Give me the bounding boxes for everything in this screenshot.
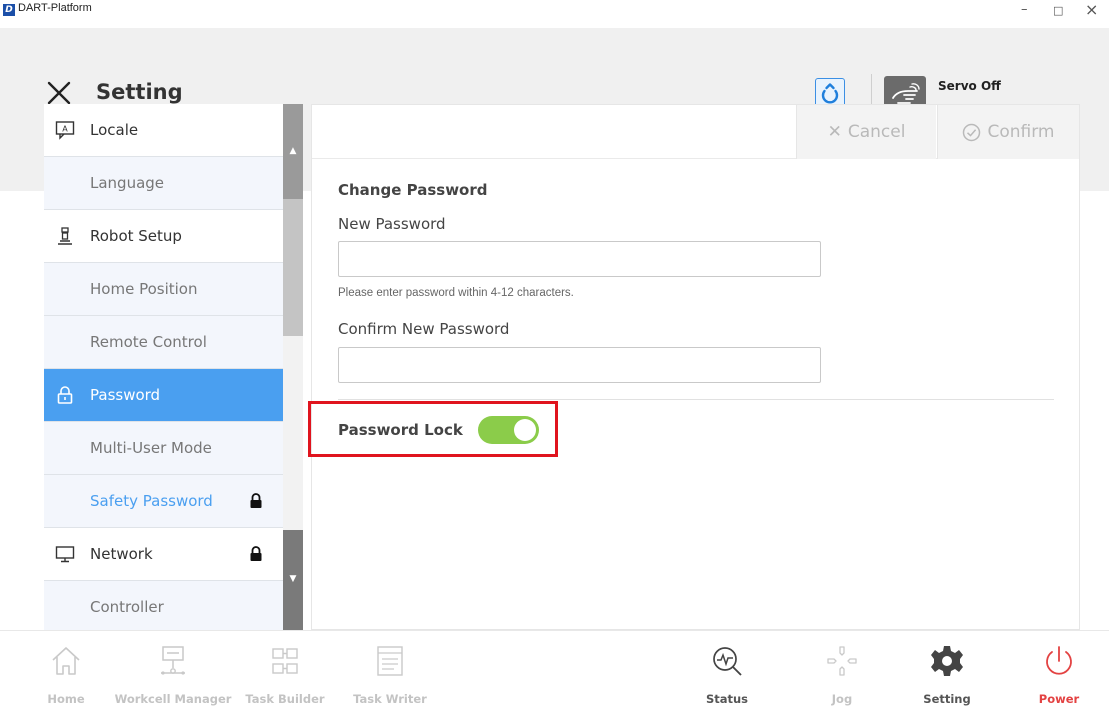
settings-sidebar: A Locale Language Robot Setup Home Posit…: [44, 104, 283, 630]
nav-label: Status: [705, 692, 749, 706]
nav-power[interactable]: Power: [1034, 631, 1084, 714]
robot-icon: [58, 227, 72, 245]
window-titlebar: D DART-Platform – □ ×: [0, 0, 1109, 28]
password-lock-toggle[interactable]: [478, 416, 539, 444]
password-lock-label: Password Lock: [338, 421, 463, 439]
nav-label: Jog: [831, 692, 853, 706]
jog-icon: [827, 646, 857, 676]
toggle-knob: [514, 419, 536, 441]
sidebar-item-remote-control[interactable]: Remote Control: [44, 316, 283, 369]
cancel-label: Cancel: [847, 122, 906, 142]
nav-home[interactable]: Home: [40, 631, 92, 714]
check-circle-icon: [963, 123, 981, 141]
cancel-button[interactable]: ✕ Cancel: [796, 105, 936, 159]
bottom-nav: Home Workcell Manager Task Builder Task …: [0, 630, 1109, 713]
sidebar-item-controller[interactable]: Controller: [44, 581, 283, 630]
monitor-icon: [55, 546, 75, 563]
scroll-down-icon[interactable]: ▼: [283, 572, 303, 586]
sidebar-item-password[interactable]: Password: [44, 369, 283, 422]
nav-label: Home: [47, 692, 85, 706]
minimize-button[interactable]: –: [1021, 2, 1028, 17]
sidebar-item-home-position[interactable]: Home Position: [44, 263, 283, 316]
new-password-label: New Password: [338, 215, 446, 233]
refresh-icon: [821, 83, 839, 104]
sidebar-item-label: Remote Control: [90, 333, 207, 351]
sidebar-item-label: Safety Password: [90, 492, 213, 510]
padlock-icon: [250, 546, 262, 561]
task-writer-icon: [377, 646, 403, 676]
nav-label: Task Builder: [245, 692, 325, 706]
sidebar-item-label: Home Position: [90, 280, 198, 298]
nav-label: Task Writer: [353, 692, 427, 706]
section-divider: [338, 399, 1054, 400]
workcell-icon: [161, 646, 185, 675]
sidebar-item-network[interactable]: Network: [44, 528, 283, 581]
app-logo: D: [3, 4, 15, 16]
page-title: Setting: [96, 80, 183, 104]
task-builder-icon: [272, 648, 298, 674]
nav-status[interactable]: Status: [696, 631, 758, 714]
password-settings-panel: ✕ Cancel Confirm Change Password New Pas…: [308, 104, 1080, 630]
sidebar-item-label: Controller: [90, 598, 164, 616]
section-title: Change Password: [338, 181, 488, 199]
locale-icon: A: [55, 121, 75, 140]
close-window-button[interactable]: ×: [1085, 0, 1098, 19]
nav-label: Power: [1038, 692, 1080, 706]
power-icon: [1046, 646, 1072, 675]
sidebar-item-multi-user-mode[interactable]: Multi-User Mode: [44, 422, 283, 475]
confirm-password-label: Confirm New Password: [338, 320, 510, 338]
nav-task-builder[interactable]: Task Builder: [244, 631, 326, 714]
gear-icon: [931, 646, 963, 676]
password-hint: Please enter password within 4-12 charac…: [338, 287, 574, 299]
sidebar-item-label: Robot Setup: [90, 227, 182, 245]
padlock-icon: [250, 493, 262, 508]
nav-setting[interactable]: Setting: [918, 631, 976, 714]
confirm-password-field[interactable]: [338, 347, 821, 383]
close-icon: ✕: [827, 122, 842, 142]
sidebar-item-label: Locale: [90, 121, 139, 139]
confirm-label: Confirm: [987, 122, 1055, 142]
sidebar-item-label: Multi-User Mode: [90, 439, 212, 457]
confirm-button[interactable]: Confirm: [937, 105, 1079, 159]
sidebar-item-robot-setup[interactable]: Robot Setup: [44, 210, 283, 263]
sidebar-item-locale[interactable]: A Locale: [44, 104, 283, 157]
nav-workcell-manager[interactable]: Workcell Manager: [114, 631, 232, 714]
sidebar-item-label: Password: [90, 386, 161, 404]
servo-status-label: Servo Off: [938, 79, 1001, 93]
nav-task-writer[interactable]: Task Writer: [350, 631, 430, 714]
scroll-up-icon[interactable]: ▲: [283, 144, 303, 158]
sidebar-item-label: Network: [90, 545, 153, 563]
nav-jog[interactable]: Jog: [816, 631, 868, 714]
nav-label: Setting: [923, 692, 971, 706]
sidebar-scrollbar[interactable]: ▲ ▼: [283, 104, 303, 630]
sidebar-item-label: Language: [90, 174, 165, 192]
sidebar-item-safety-password[interactable]: Safety Password: [44, 475, 283, 528]
nav-label: Workcell Manager: [114, 692, 232, 706]
lock-icon: [57, 386, 73, 404]
close-icon[interactable]: [46, 80, 72, 106]
maximize-button[interactable]: □: [1053, 4, 1063, 17]
window-title: DART-Platform: [18, 2, 92, 14]
new-password-field[interactable]: [338, 241, 821, 277]
svg-text:A: A: [62, 125, 68, 134]
status-icon: [713, 647, 742, 676]
action-bar: ✕ Cancel Confirm: [312, 105, 1079, 159]
home-icon: [52, 647, 80, 675]
scroll-thumb[interactable]: [283, 199, 303, 336]
sidebar-item-language[interactable]: Language: [44, 157, 283, 210]
